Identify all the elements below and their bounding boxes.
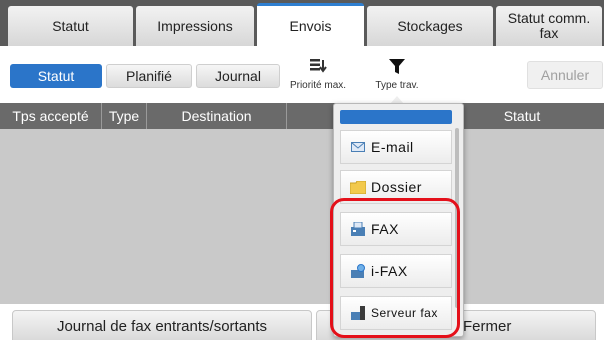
- dropdown-item-label: Dossier: [371, 179, 422, 195]
- column-header-label: Type: [108, 108, 140, 124]
- tab-label: Impressions: [157, 17, 233, 34]
- column-header-label: Tps accepté: [12, 108, 89, 124]
- journal-fax-button[interactable]: Journal de fax entrants/sortants: [12, 310, 312, 340]
- annuler-button-label: Annuler: [540, 67, 590, 83]
- tab-statut-comm-fax[interactable]: Statut comm. fax: [496, 6, 602, 46]
- email-icon: [349, 142, 367, 152]
- planifie-button-label: Planifié: [126, 68, 172, 84]
- column-header-destination[interactable]: Destination: [147, 103, 287, 129]
- priorite-max-button[interactable]: Priorité max.: [283, 58, 353, 91]
- column-header-label: Statut: [503, 108, 541, 124]
- column-header-statut[interactable]: Statut: [440, 103, 604, 129]
- job-list: [0, 129, 604, 304]
- type-trav-label: Type trav.: [375, 80, 419, 91]
- folder-icon: [349, 180, 367, 194]
- statut-button-label: Statut: [37, 68, 75, 84]
- filter-icon: [389, 59, 405, 74]
- highlight-frame: [330, 198, 460, 338]
- priority-icon: [310, 59, 327, 73]
- column-header-tps-accepte[interactable]: Tps accepté: [0, 103, 102, 129]
- dropdown-item-email[interactable]: E-mail: [340, 130, 452, 164]
- tab-statut[interactable]: Statut: [8, 6, 133, 46]
- tab-label: Stockages: [397, 17, 463, 34]
- tab-label: Envois: [289, 17, 332, 34]
- column-header-label: Destination: [181, 108, 252, 124]
- tab-label: Statut comm. fax: [507, 10, 591, 41]
- dropdown-selected-bar[interactable]: [340, 110, 452, 124]
- tab-impressions[interactable]: Impressions: [136, 6, 254, 46]
- sub-toolbar: Statut Planifié Journal Priorité max. Ty…: [0, 46, 604, 103]
- dropdown-item-label: E-mail: [371, 139, 414, 155]
- bottom-bar: Journal de fax entrants/sortants Fermer: [0, 304, 604, 340]
- statut-button[interactable]: Statut: [10, 64, 102, 88]
- tab-label: Statut: [52, 17, 89, 34]
- journal-fax-label: Journal de fax entrants/sortants: [56, 317, 268, 335]
- fermer-label: Fermer: [463, 317, 512, 335]
- tab-bar: Statut Impressions Envois Stockages Stat…: [0, 0, 604, 46]
- journal-button-label: Journal: [215, 68, 261, 84]
- planifie-button[interactable]: Planifié: [106, 64, 192, 88]
- annuler-button[interactable]: Annuler: [527, 61, 603, 89]
- table-header: Tps accepté Type Destination Statut: [0, 103, 604, 129]
- tab-envois[interactable]: Envois: [257, 3, 364, 46]
- tab-stockages[interactable]: Stockages: [367, 6, 493, 46]
- priorite-max-label: Priorité max.: [289, 80, 347, 91]
- column-header-type[interactable]: Type: [102, 103, 147, 129]
- type-trav-button[interactable]: Type trav.: [362, 58, 432, 91]
- journal-button[interactable]: Journal: [196, 64, 280, 88]
